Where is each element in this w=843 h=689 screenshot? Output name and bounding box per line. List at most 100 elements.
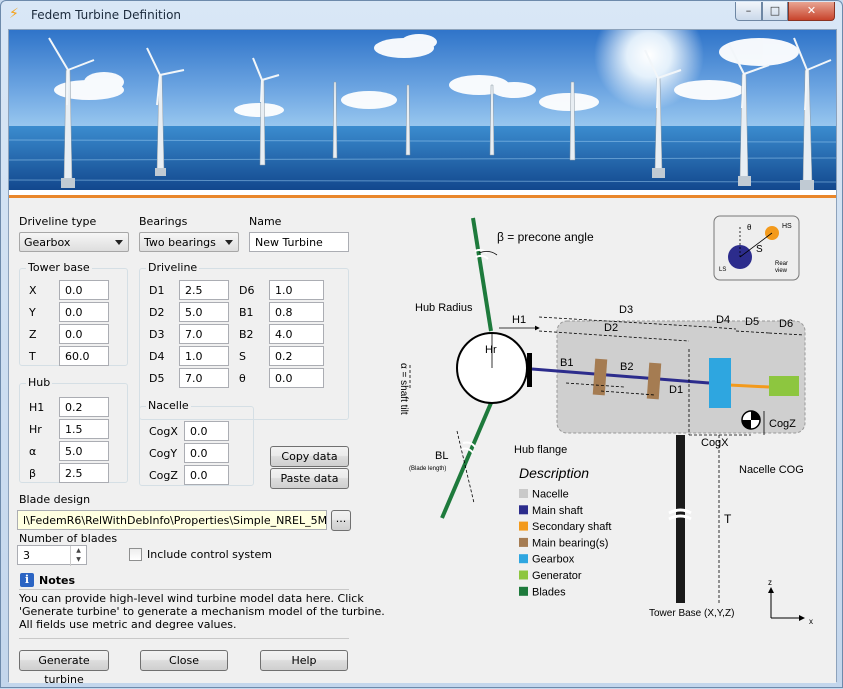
name-input[interactable]: New Turbine: [249, 232, 349, 252]
cogy-label: CogY: [149, 447, 178, 460]
cogz-input[interactable]: 0.0: [184, 465, 229, 485]
lower-blade-shape: [440, 402, 493, 519]
turbine-definition-window: ⚡ Fedem Turbine Definition – □ ✕ Driveli…: [0, 0, 843, 688]
d3-input[interactable]: 7.0: [179, 324, 229, 344]
b2-label: B2: [239, 328, 254, 341]
hub-beta-label: β: [29, 467, 37, 480]
d4-label: D4: [149, 350, 165, 363]
tower-shape: [676, 435, 685, 603]
tower-t-label: T: [29, 350, 36, 363]
chevron-down-icon: [225, 240, 233, 245]
tower-y-input[interactable]: 0.0: [59, 302, 109, 322]
num-blades-spinner[interactable]: ▲ ▼: [70, 546, 86, 566]
cogx-input[interactable]: 0.0: [184, 421, 229, 441]
include-control-checkbox[interactable]: [129, 548, 142, 561]
d5-label: D5: [745, 316, 759, 328]
legend-swatch: [519, 570, 528, 580]
legend-swatch: [519, 586, 528, 596]
b1-diagram-label: B1: [560, 357, 573, 369]
d6-input[interactable]: 1.0: [269, 280, 324, 300]
cogy-input[interactable]: 0.0: [184, 443, 229, 463]
info-icon: i: [20, 573, 34, 587]
axis-z-label: z: [768, 578, 772, 587]
minimize-button[interactable]: –: [735, 2, 762, 21]
tower-z-input[interactable]: 0.0: [59, 324, 109, 344]
d3-label: D3: [149, 328, 165, 341]
help-button[interactable]: Help: [260, 650, 348, 671]
rear-s-label: S: [756, 244, 763, 255]
hub-hr-label: Hr: [29, 423, 42, 436]
notes-line-3: All fields use metric and degree values.: [19, 618, 237, 631]
rear-view-label: Rear: [775, 261, 788, 267]
rear-theta-label: θ: [747, 223, 752, 232]
blade-design-label: Blade design: [19, 493, 91, 506]
theta-input[interactable]: 0.0: [269, 368, 324, 388]
t-label: T: [724, 512, 732, 526]
secondary-shaft-shape: [728, 383, 770, 389]
hub-alpha-label: α: [29, 445, 37, 458]
nacelle-cog-label: Nacelle COG: [739, 464, 804, 476]
b1-label: B1: [239, 306, 254, 319]
driveline-type-select[interactable]: Gearbox: [19, 232, 129, 252]
browse-button[interactable]: ...: [331, 510, 351, 531]
paste-data-button[interactable]: Paste data: [270, 468, 349, 489]
upper-blade-shape: [471, 217, 493, 332]
s-input[interactable]: 0.2: [269, 346, 324, 366]
bearing-2-shape: [646, 362, 662, 400]
wind-farm-banner-image: [9, 30, 836, 198]
notes-divider: [19, 589, 349, 590]
generator-shape: [769, 376, 799, 396]
d4-label: D4: [716, 314, 730, 326]
hub-flange-label: Hub flange: [514, 444, 567, 456]
bearings-value: Two bearings: [144, 236, 216, 249]
legend-swatch: [519, 554, 528, 564]
d1-input[interactable]: 2.5: [179, 280, 229, 300]
blade-design-path[interactable]: l\FedemR6\RelWithDebInfo\Properties\Simp…: [17, 510, 327, 530]
maximize-button[interactable]: □: [762, 2, 788, 21]
cogx-label: CogX: [149, 425, 178, 438]
spin-up-icon[interactable]: ▲: [71, 546, 86, 555]
hub-h1-input[interactable]: 0.2: [59, 397, 109, 417]
bearings-label: Bearings: [139, 215, 188, 228]
hub-beta-input[interactable]: 2.5: [59, 463, 109, 483]
include-control-label: Include control system: [147, 548, 272, 561]
legend-swatch: [519, 505, 528, 515]
copy-data-button[interactable]: Copy data: [270, 446, 349, 467]
d4-input[interactable]: 1.0: [179, 346, 229, 366]
cogz-label: CogZ: [149, 469, 178, 482]
hub-alpha-input[interactable]: 5.0: [59, 441, 109, 461]
driveline-type-value: Gearbox: [24, 236, 71, 249]
legend-label: Blades: [532, 586, 566, 598]
d2-input[interactable]: 5.0: [179, 302, 229, 322]
turbine-schematic-diagram: β = precone angle Hub Radius Hr H1 D3 D2…: [398, 215, 813, 626]
legend-label: Secondary shaft: [532, 521, 612, 533]
b1-input[interactable]: 0.8: [269, 302, 324, 322]
cogx-diagram-label: CogX: [701, 437, 729, 449]
title-bar[interactable]: ⚡ Fedem Turbine Definition – □ ✕: [1, 1, 842, 29]
chevron-down-icon: [115, 240, 123, 245]
legend-swatch: [519, 489, 528, 498]
legend-swatch: [519, 537, 528, 547]
legend-label: Generator: [532, 570, 582, 582]
close-button[interactable]: Close: [140, 650, 228, 671]
d5-input[interactable]: 7.0: [179, 368, 229, 388]
footer-divider: [19, 638, 349, 639]
tower-x-input[interactable]: 0.0: [59, 280, 109, 300]
notes-line-2: 'Generate turbine' to generate a mechani…: [19, 605, 385, 618]
b2-input[interactable]: 4.0: [269, 324, 324, 344]
bl-label: BL: [435, 450, 448, 462]
dialog-client-area: Driveline type Gearbox Bearings Two bear…: [8, 29, 837, 686]
legend: Nacelle Main shaft Secondary shaft Main bea…: [519, 489, 612, 598]
bearings-select[interactable]: Two bearings: [139, 232, 239, 252]
theta-label: θ: [239, 372, 246, 385]
tower-t-input[interactable]: 60.0: [59, 346, 109, 366]
blade-length-label: (Blade length): [409, 466, 446, 472]
rear-hs-label: HS: [782, 223, 792, 230]
close-window-button[interactable]: ✕: [788, 2, 835, 21]
generate-turbine-button[interactable]: Generate turbine: [19, 650, 109, 686]
legend-label: Main bearing(s): [532, 537, 608, 549]
hub-hr-input[interactable]: 1.5: [59, 419, 109, 439]
rear-ls-label: LS: [719, 267, 726, 273]
spin-down-icon[interactable]: ▼: [71, 555, 86, 564]
cogz-diagram-label: CogZ: [769, 418, 796, 430]
